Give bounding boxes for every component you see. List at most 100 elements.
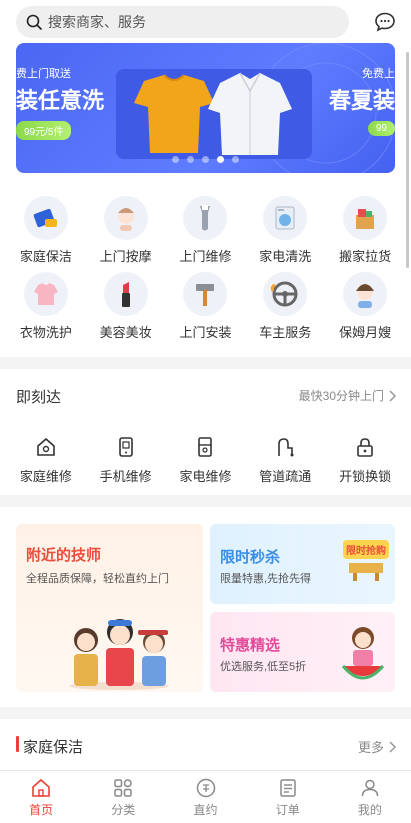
category-label: 家庭保洁 bbox=[19, 249, 72, 264]
house-icon bbox=[37, 437, 55, 456]
instant-phone-repair[interactable]: 手机维修 bbox=[90, 436, 162, 485]
nav-label: 订单 bbox=[275, 803, 300, 817]
cleaning-section-title: 家庭保洁 bbox=[23, 739, 84, 756]
banner-dot[interactable] bbox=[202, 156, 209, 163]
banner-dot[interactable] bbox=[172, 156, 179, 163]
category-label: 上门维修 bbox=[179, 249, 232, 264]
page-scrollbar[interactable] bbox=[406, 52, 409, 268]
banner-dot[interactable] bbox=[187, 156, 194, 163]
category-grid-row-1: 家庭保洁 上门按摩 上门维修 家电清洗 搬家拉货 bbox=[0, 196, 411, 265]
banner-left-text: 费上门取送 装任意洗 99元/5件 bbox=[16, 65, 104, 140]
home-icon bbox=[32, 778, 50, 797]
instant-home-repair[interactable]: 家庭维修 bbox=[10, 436, 82, 485]
cleaning-icon bbox=[23, 196, 68, 240]
nav-label: 分类 bbox=[111, 803, 136, 817]
category-label: 保姆月嫂 bbox=[339, 325, 392, 340]
user-icon bbox=[361, 779, 379, 797]
search-bar[interactable]: 搜索商家、服务 bbox=[16, 6, 349, 38]
chevron-right-icon bbox=[389, 740, 397, 753]
promo-flash-subtitle: 限量特惠,先抢先得 bbox=[220, 573, 312, 585]
banner-pagination bbox=[16, 156, 395, 163]
promo-picks-subtitle: 优选服务,低至5折 bbox=[220, 661, 307, 673]
category-grid-row-2: 衣物洗护 美容美妆 上门安装 车主服务 保姆月嫂 bbox=[0, 272, 411, 341]
promo-flash-sale[interactable]: 限时秒杀 限量特惠,先抢先得 限时抢购 bbox=[210, 524, 395, 604]
instant-label: 开锁换锁 bbox=[339, 469, 392, 484]
nav-home[interactable]: 首页 bbox=[0, 771, 82, 823]
shirt-icon bbox=[23, 272, 68, 316]
category-massage[interactable]: 上门按摩 bbox=[90, 196, 162, 265]
category-nanny[interactable]: 保姆月嫂 bbox=[329, 272, 401, 341]
phone-icon bbox=[118, 437, 133, 457]
steering-wheel-icon bbox=[263, 272, 308, 316]
banner-clothes-image bbox=[116, 69, 312, 159]
category-beauty[interactable]: 美容美妆 bbox=[90, 272, 162, 341]
instant-section-title: 即刻达 bbox=[16, 389, 62, 406]
category-laundry[interactable]: 衣物洗护 bbox=[10, 272, 82, 341]
category-label: 车主服务 bbox=[259, 325, 312, 340]
category-car-service[interactable]: 车主服务 bbox=[249, 272, 321, 341]
nanny-icon bbox=[343, 272, 388, 316]
banner-right-headline: 春夏装 bbox=[328, 88, 395, 113]
watermelon-illustration bbox=[341, 627, 385, 680]
promo-nearby-subtitle: 全程品质保障，轻松直约上门 bbox=[26, 573, 169, 585]
top-bar: 搜索商家、服务 bbox=[0, 0, 411, 44]
category-label: 衣物洗护 bbox=[19, 325, 72, 340]
banner-left-price: 99元/5件 bbox=[16, 121, 72, 140]
chat-bubble-icon[interactable] bbox=[373, 10, 397, 34]
washing-machine-icon bbox=[263, 196, 308, 240]
promo-nearby-technicians[interactable]: 附近的技师 全程品质保障，轻松直约上门 bbox=[16, 524, 203, 692]
pipe-icon bbox=[278, 438, 294, 457]
instant-lock-service[interactable]: 开锁换锁 bbox=[329, 436, 401, 485]
technicians-illustration bbox=[69, 619, 169, 690]
nav-label: 我的 bbox=[357, 803, 382, 817]
banner-left-headline: 装任意洗 bbox=[16, 88, 105, 113]
instant-section-link[interactable]: 最快30分钟上门 bbox=[299, 387, 397, 404]
instant-label: 管道疏通 bbox=[259, 469, 312, 484]
promo-picks-title: 特惠精选 bbox=[220, 637, 281, 654]
search-placeholder: 搜索商家、服务 bbox=[48, 14, 146, 30]
moving-box-icon bbox=[343, 196, 388, 240]
instant-appliance-repair[interactable]: 家电维修 bbox=[169, 436, 241, 485]
banner-dot[interactable] bbox=[232, 156, 239, 163]
cleaning-more-link[interactable]: 更多 bbox=[358, 737, 397, 756]
instant-pipe-unclog[interactable]: 管道疏通 bbox=[249, 436, 321, 485]
nav-profile[interactable]: 我的 bbox=[329, 771, 411, 823]
massage-icon bbox=[103, 196, 148, 240]
more-label: 更多 bbox=[357, 740, 384, 755]
category-label: 上门安装 bbox=[179, 325, 232, 340]
appointment-icon bbox=[196, 778, 215, 798]
promo-banner[interactable]: 费上门取送 装任意洗 99元/5件 免费上 春夏装 99 bbox=[16, 43, 395, 173]
promo-nearby-title: 附近的技师 bbox=[26, 547, 102, 564]
category-cleaning[interactable]: 家庭保洁 bbox=[10, 196, 82, 265]
order-icon bbox=[279, 779, 296, 797]
category-label: 搬家拉货 bbox=[339, 249, 392, 264]
instant-label: 手机维修 bbox=[99, 469, 152, 484]
fridge-icon bbox=[198, 437, 213, 457]
grid-icon bbox=[114, 779, 133, 797]
instant-label: 家电维修 bbox=[179, 469, 232, 484]
wrench-icon bbox=[183, 196, 228, 240]
banner-right-price: 99 bbox=[367, 121, 395, 136]
nav-appointment[interactable]: 直约 bbox=[164, 771, 246, 823]
category-label: 上门按摩 bbox=[99, 249, 152, 264]
nav-orders[interactable]: 订单 bbox=[247, 771, 329, 823]
promo-special-picks[interactable]: 特惠精选 优选服务,低至5折 bbox=[210, 612, 395, 692]
banner-left-small: 费上门取送 bbox=[16, 68, 71, 80]
flash-sale-badge: 限时抢购 bbox=[343, 540, 389, 582]
banner-right-small: 免费上 bbox=[362, 68, 395, 80]
category-appliance-cleaning[interactable]: 家电清洗 bbox=[249, 196, 321, 265]
banner-dot-active[interactable] bbox=[217, 156, 224, 163]
nav-category[interactable]: 分类 bbox=[82, 771, 164, 823]
lock-icon bbox=[357, 438, 373, 457]
nav-label: 直约 bbox=[193, 803, 218, 817]
category-install[interactable]: 上门安装 bbox=[169, 272, 241, 341]
chevron-right-icon bbox=[389, 389, 397, 402]
bottom-nav: 首页 分类 直约 订单 我的 bbox=[0, 770, 411, 823]
category-repair[interactable]: 上门维修 bbox=[169, 196, 241, 265]
instant-label: 家庭维修 bbox=[19, 469, 72, 484]
category-moving[interactable]: 搬家拉货 bbox=[329, 196, 401, 265]
section-accent-bar bbox=[16, 736, 19, 752]
nav-label: 首页 bbox=[29, 803, 54, 817]
instant-section-subtitle: 最快30分钟上门 bbox=[298, 389, 384, 403]
search-icon bbox=[26, 14, 42, 30]
